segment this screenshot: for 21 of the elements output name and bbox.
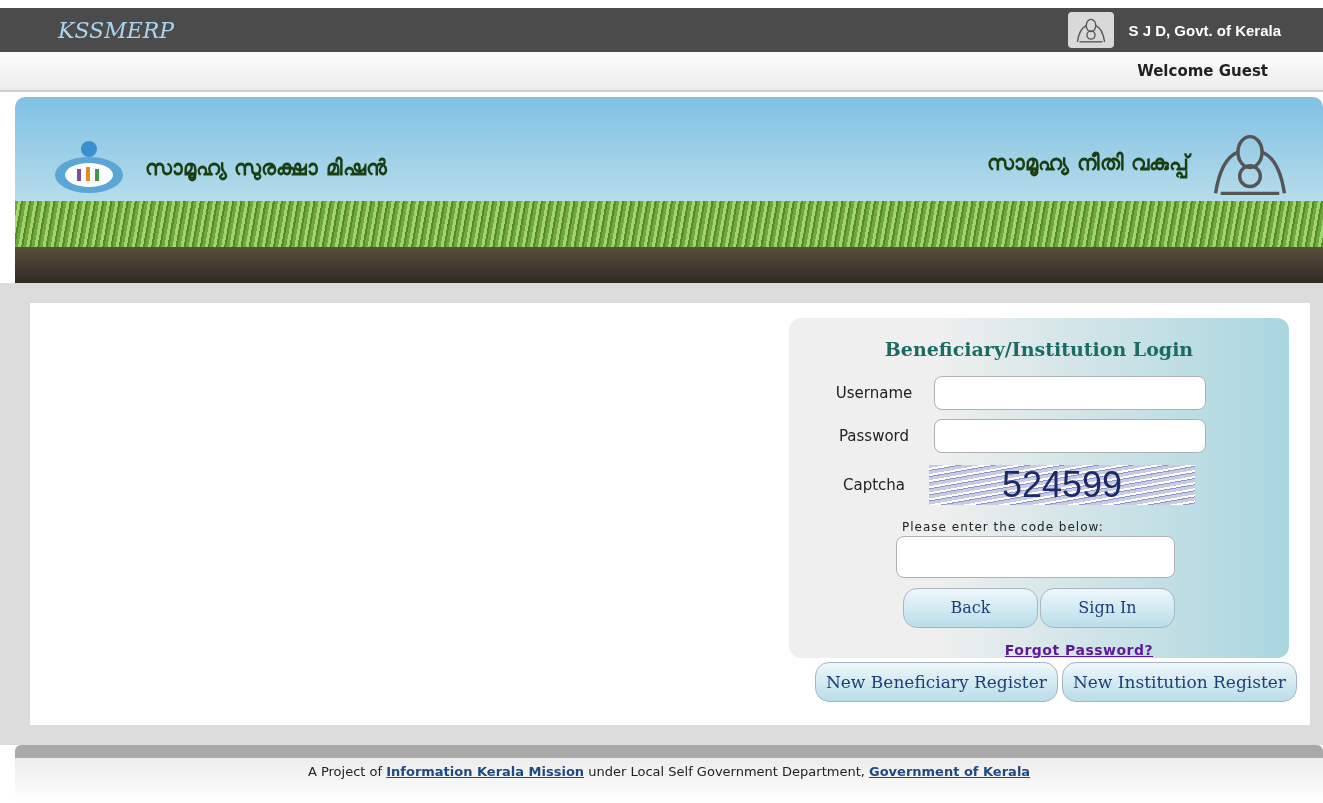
register-button[interactable]: New Institution Register	[1061, 662, 1297, 702]
login-title: Beneficiary/Institution Login	[884, 338, 1194, 360]
captcha-hint: Please enter the code below:	[902, 520, 1104, 535]
field-label: Username	[834, 384, 914, 403]
captcha-field[interactable]	[895, 536, 1175, 578]
forgot-password-link[interactable]: Forgot Password?	[1004, 642, 1154, 658]
department-name: S J D, Govt. of Kerala	[1128, 21, 1281, 39]
register-button[interactable]: New Beneficiary Register	[814, 662, 1058, 702]
footer-link[interactable]: Information Kerala Mission	[386, 764, 585, 779]
field-label: Password	[837, 426, 911, 445]
footer-link[interactable]: Government of Kerala	[869, 764, 1031, 779]
password-field[interactable]	[934, 418, 1206, 453]
username-field[interactable]	[934, 376, 1206, 411]
welcome-text: Welcome Guest	[1137, 62, 1268, 80]
banner-title: സാമൂഹ്യ സുരക്ഷാ മിഷൻ	[145, 156, 387, 180]
sign-in-button[interactable]: Sign In	[1040, 588, 1175, 628]
captcha-image: 524599	[929, 464, 1195, 505]
field-label: Captcha	[842, 475, 906, 494]
footer-text: A Project of Information Kerala Mission under Local Self Government Department, Government of Kerala	[307, 764, 1031, 781]
back-button[interactable]: Back	[903, 588, 1038, 628]
app-logo: KSSMERP	[58, 17, 175, 43]
